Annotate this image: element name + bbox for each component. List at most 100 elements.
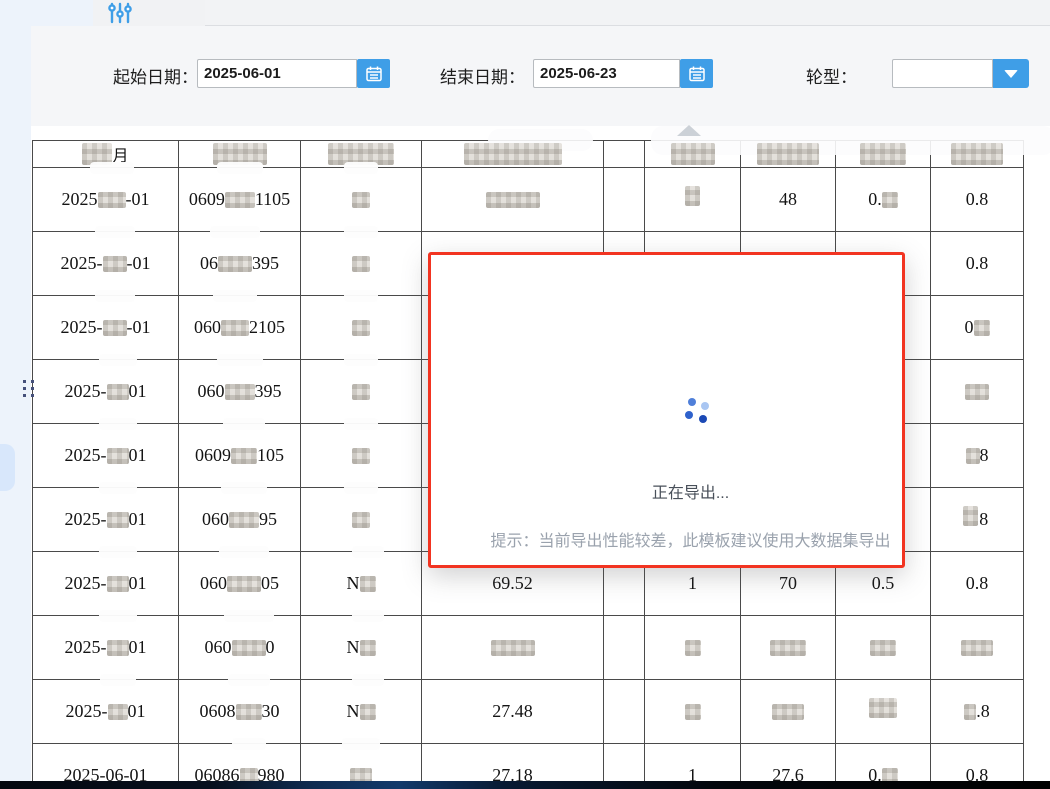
cell-text: N xyxy=(346,637,360,657)
table-cell: N xyxy=(301,609,422,680)
cell-text: 01 xyxy=(127,701,146,721)
redacted-blur xyxy=(961,639,993,656)
redacted-blur xyxy=(485,191,540,208)
redacted-blur xyxy=(951,143,1003,165)
cell-text: 2025- xyxy=(60,317,103,337)
table-cell: 0608 30 xyxy=(179,673,301,744)
redacted-blur xyxy=(344,353,378,400)
taskbar-strip xyxy=(0,781,1050,789)
redacted-blur xyxy=(94,225,135,272)
tab-filter-panel[interactable] xyxy=(93,0,205,26)
redacted-blur xyxy=(98,353,137,400)
end-date-input[interactable] xyxy=(533,59,680,88)
cell-text: -01 xyxy=(126,253,151,273)
cell-text: 395 xyxy=(252,253,279,273)
cell-text: 2025- xyxy=(64,573,107,593)
side-panel-handle[interactable] xyxy=(0,444,15,491)
redacted-blur xyxy=(98,481,137,528)
table-cell: 0.5 xyxy=(836,680,931,744)
end-date-label: 结束日期： xyxy=(440,68,525,87)
table-cell: 060 2105 xyxy=(179,289,301,360)
redacted-blur xyxy=(98,417,137,464)
calendar-icon xyxy=(365,66,382,81)
wheel-type-dropdown-button[interactable] xyxy=(993,59,1029,88)
cell-text: 01 xyxy=(128,509,147,529)
cell-text: 2025- xyxy=(60,253,103,273)
filter-sliders-icon xyxy=(108,2,132,24)
start-date-label: 起始日期： xyxy=(113,68,198,87)
cell-text: 395 xyxy=(254,381,282,401)
cell-text: 01 xyxy=(128,573,147,593)
cell-text: 48 xyxy=(779,189,797,209)
table-cell xyxy=(931,360,1024,424)
redacted-blur xyxy=(757,143,819,165)
table-cell: 2025- 01 xyxy=(33,673,179,744)
redacted-blur xyxy=(772,703,804,720)
redacted-blur xyxy=(870,639,896,656)
cell-text: 0.5 xyxy=(871,573,895,593)
cell-text: 2025- xyxy=(64,509,107,529)
table-cell: 060 95 xyxy=(179,481,301,552)
tab-bar-left-strip xyxy=(0,0,93,26)
cell-text: 060 xyxy=(200,573,227,593)
table-header-row: 月 xyxy=(33,141,1024,168)
cell-text: 0.8 xyxy=(965,189,989,209)
wheel-type-select[interactable] xyxy=(892,59,993,88)
cell-text: 1105 xyxy=(254,189,291,209)
redacted-blur xyxy=(684,639,701,656)
cell-text: 0609 xyxy=(195,445,231,465)
table-cell: 2025- -01 xyxy=(33,225,179,296)
redacted-blur xyxy=(881,191,898,208)
redacted-blur xyxy=(965,383,989,400)
redacted-blur xyxy=(223,609,274,656)
table-cell: 0609 105 xyxy=(179,417,301,488)
chevron-down-icon xyxy=(1004,69,1018,78)
start-date-calendar-button[interactable] xyxy=(357,59,390,88)
cell-text: 01 xyxy=(128,381,147,401)
end-date-calendar-button[interactable] xyxy=(680,59,713,88)
table-cell xyxy=(604,616,645,680)
cell-text: 2025 xyxy=(61,189,98,209)
cell-text: 105 xyxy=(257,445,284,465)
redacted-blur xyxy=(964,703,977,720)
table-cell: 060 0 xyxy=(179,609,301,680)
drag-handle-icon[interactable] xyxy=(23,380,37,400)
table-cell: 2025- 01 xyxy=(33,609,179,680)
calendar-icon xyxy=(688,66,705,81)
cell-text: 0.8 xyxy=(965,253,989,273)
redacted-blur xyxy=(351,545,384,592)
table-row: 2025 -01 0609 1105 1 48 0. 0.8 xyxy=(33,161,1024,232)
table-cell: 2025- 01 xyxy=(33,353,179,424)
cell-text: -01 xyxy=(126,317,151,337)
table-cell: 060 05 xyxy=(179,545,301,616)
redacted-blur xyxy=(670,143,715,165)
collapse-chevron-up-icon[interactable] xyxy=(677,125,701,136)
wheel-type-label: 轮型： xyxy=(806,68,857,87)
redacted-blur xyxy=(98,545,137,592)
redacted-blur xyxy=(344,161,378,208)
cell-text: .8 xyxy=(976,701,990,721)
tab-bar xyxy=(0,0,1050,26)
cell-text: N xyxy=(346,573,360,593)
cell-text: 8 xyxy=(979,445,989,465)
cell-text: 1 xyxy=(688,573,697,593)
redacted-blur xyxy=(344,417,378,464)
table-cell: 2025- 01 xyxy=(33,545,179,616)
redacted-blur xyxy=(216,161,263,208)
redacted-blur xyxy=(98,609,137,656)
cell-text: 05 xyxy=(261,573,279,593)
redacted-blur xyxy=(463,143,562,165)
table-cell xyxy=(422,168,604,232)
redacted-blur xyxy=(973,319,990,336)
table-cell xyxy=(604,168,645,232)
cell-text: 0.8 xyxy=(965,573,989,593)
cell-text: 30 xyxy=(261,701,280,721)
start-date-input[interactable] xyxy=(197,59,357,88)
table-cell xyxy=(741,680,836,744)
redacted-blur xyxy=(490,639,535,656)
redacted-blur xyxy=(351,673,384,720)
table-cell: 0.8 xyxy=(931,488,1024,552)
table-cell: N xyxy=(301,545,422,616)
redacted-blur xyxy=(860,143,906,165)
table-cell: N xyxy=(301,673,422,744)
